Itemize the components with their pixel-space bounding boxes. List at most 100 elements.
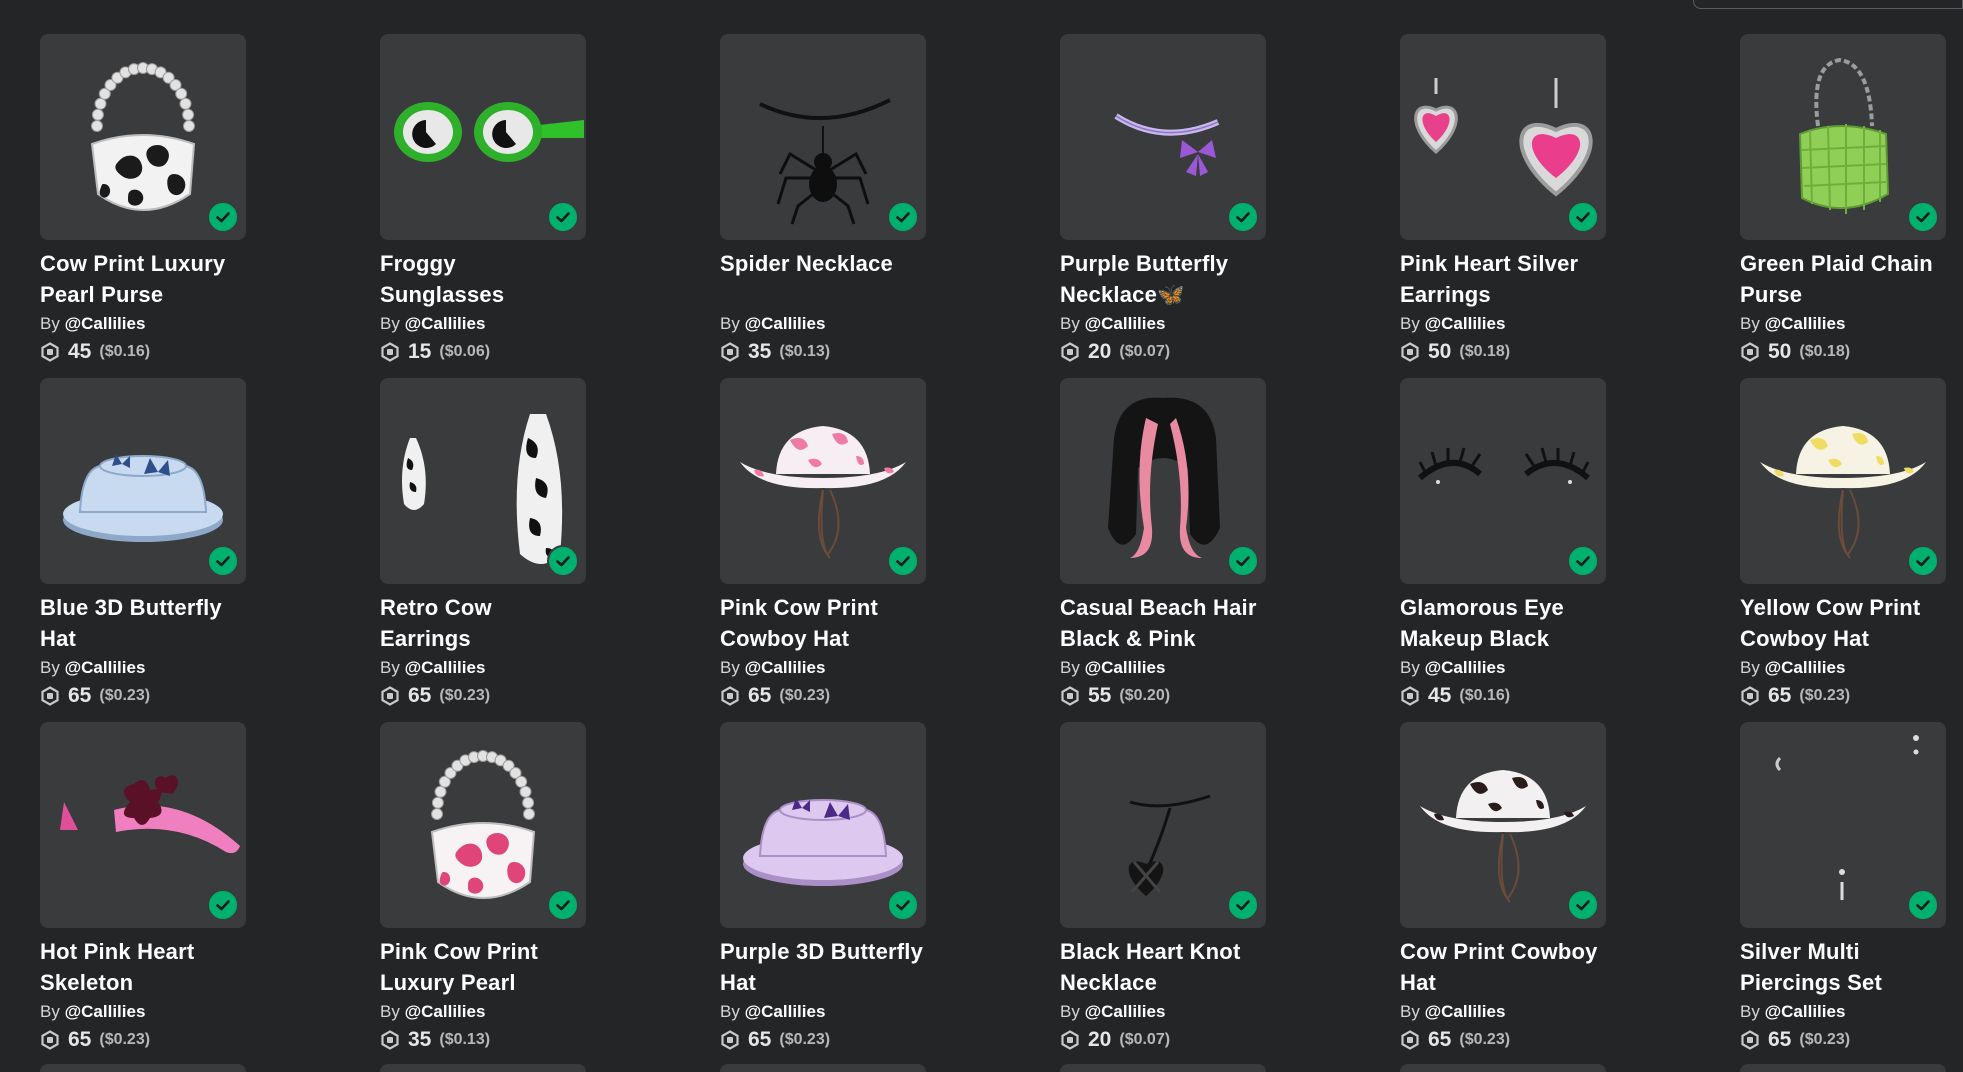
usd-amount: ($0.23) xyxy=(439,687,491,704)
item-name[interactable]: Spider Necklace xyxy=(720,248,926,310)
owned-check-icon xyxy=(1567,545,1599,577)
item-thumbnail[interactable] xyxy=(1400,34,1606,240)
item-card[interactable]: Casual Beach Hair Black & Pink By @Calli… xyxy=(1060,378,1266,722)
item-card[interactable]: Glamorous Eye Makeup Black By @Callilies… xyxy=(1400,378,1606,722)
item-thumbnail[interactable] xyxy=(720,378,926,584)
item-name[interactable]: Blue 3D Butterfly Hat xyxy=(40,592,246,654)
item-thumbnail[interactable] xyxy=(720,34,926,240)
owned-check-icon xyxy=(1227,545,1259,577)
item-card[interactable]: Green Plaid Chain Purse By @Callilies 50… xyxy=(1740,34,1946,378)
item-name[interactable]: Glamorous Eye Makeup Black xyxy=(1400,592,1606,654)
item-name[interactable]: Pink Cow Print Luxury Pearl xyxy=(380,936,586,998)
owned-check-icon xyxy=(887,889,919,921)
item-thumbnail[interactable] xyxy=(40,34,246,240)
item-card[interactable]: Black Heart Knot Necklace By @Callilies … xyxy=(1060,722,1266,1066)
creator-link[interactable]: @Callilies xyxy=(745,1002,826,1021)
by-label: By xyxy=(1740,1002,1760,1021)
item-thumbnail[interactable] xyxy=(380,378,586,584)
next-row-thumbnail[interactable] xyxy=(380,1064,586,1072)
item-thumbnail[interactable] xyxy=(1740,722,1946,928)
item-name[interactable]: Casual Beach Hair Black & Pink xyxy=(1060,592,1266,654)
item-thumbnail[interactable] xyxy=(1740,378,1946,584)
item-name[interactable]: Purple Butterfly Necklace🦋 xyxy=(1060,248,1266,310)
item-thumbnail[interactable] xyxy=(1740,34,1946,240)
creator-link[interactable]: @Callilies xyxy=(405,658,486,677)
usd-amount: ($0.18) xyxy=(1799,343,1851,360)
next-row-thumbnail[interactable] xyxy=(1060,1064,1266,1072)
item-name[interactable]: Yellow Cow Print Cowboy Hat xyxy=(1740,592,1946,654)
item-card[interactable]: Silver Multi Piercings Set By @Callilies… xyxy=(1740,722,1946,1066)
item-thumbnail[interactable] xyxy=(40,378,246,584)
creator-link[interactable]: @Callilies xyxy=(1085,658,1166,677)
item-card[interactable]: Pink Heart Silver Earrings By @Callilies… xyxy=(1400,34,1606,378)
item-card[interactable]: Retro Cow Earrings By @Callilies 65 ($0.… xyxy=(380,378,586,722)
creator-link[interactable]: @Callilies xyxy=(65,1002,146,1021)
item-name[interactable]: Purple 3D Butterfly Hat xyxy=(720,936,926,998)
creator-link[interactable]: @Callilies xyxy=(65,314,146,333)
usd-amount: ($0.23) xyxy=(779,687,831,704)
creator-link[interactable]: @Callilies xyxy=(1425,658,1506,677)
item-card[interactable]: Yellow Cow Print Cowboy Hat By @Callilie… xyxy=(1740,378,1946,722)
by-label: By xyxy=(1060,314,1080,333)
item-thumbnail[interactable] xyxy=(40,722,246,928)
creator-link[interactable]: @Callilies xyxy=(1765,314,1846,333)
creator-link[interactable]: @Callilies xyxy=(1425,314,1506,333)
item-name[interactable]: Silver Multi Piercings Set xyxy=(1740,936,1946,998)
item-name[interactable]: Black Heart Knot Necklace xyxy=(1060,936,1266,998)
item-card[interactable]: Purple 3D Butterfly Hat By @Callilies 65… xyxy=(720,722,926,1066)
robux-amount: 35 xyxy=(408,1028,432,1051)
robux-icon xyxy=(721,1030,739,1050)
item-name[interactable]: Pink Heart Silver Earrings xyxy=(1400,248,1606,310)
item-creator: By @Callilies xyxy=(1060,1000,1266,1024)
owned-check-icon xyxy=(1907,889,1939,921)
creator-link[interactable]: @Callilies xyxy=(405,314,486,333)
item-thumbnail[interactable] xyxy=(1400,378,1606,584)
item-card[interactable]: Cow Print Cowboy Hat By @Callilies 65 ($… xyxy=(1400,722,1606,1066)
item-card[interactable]: Pink Cow Print Luxury Pearl By @Callilie… xyxy=(380,722,586,1066)
item-name[interactable]: Green Plaid Chain Purse xyxy=(1740,248,1946,310)
creator-link[interactable]: @Callilies xyxy=(745,314,826,333)
usd-amount: ($0.18) xyxy=(1459,343,1511,360)
item-card[interactable]: Spider Necklace By @Callilies 35 ($0.13) xyxy=(720,34,926,378)
item-thumbnail[interactable] xyxy=(1060,34,1266,240)
usd-amount: ($0.23) xyxy=(1459,1031,1511,1048)
item-name[interactable]: Retro Cow Earrings xyxy=(380,592,586,654)
item-thumbnail[interactable] xyxy=(380,722,586,928)
creator-link[interactable]: @Callilies xyxy=(1085,1002,1166,1021)
item-thumbnail[interactable] xyxy=(380,34,586,240)
item-card[interactable]: Cow Print Luxury Pearl Purse By @Callili… xyxy=(40,34,246,378)
creator-link[interactable]: @Callilies xyxy=(1425,1002,1506,1021)
next-row-thumbnail[interactable] xyxy=(720,1064,926,1072)
creator-link[interactable]: @Callilies xyxy=(1765,1002,1846,1021)
item-creator: By @Callilies xyxy=(1400,656,1606,680)
item-creator: By @Callilies xyxy=(380,1000,586,1024)
creator-link[interactable]: @Callilies xyxy=(1765,658,1846,677)
item-card[interactable]: Blue 3D Butterfly Hat By @Callilies 65 (… xyxy=(40,378,246,722)
item-name[interactable]: Pink Cow Print Cowboy Hat xyxy=(720,592,926,654)
item-name[interactable]: Cow Print Luxury Pearl Purse xyxy=(40,248,246,310)
next-row-thumbnail[interactable] xyxy=(40,1064,246,1072)
creator-link[interactable]: @Callilies xyxy=(65,658,146,677)
item-card[interactable]: Purple Butterfly Necklace🦋 By @Callilies… xyxy=(1060,34,1266,378)
item-name[interactable]: Froggy Sunglasses xyxy=(380,248,586,310)
item-name[interactable]: Cow Print Cowboy Hat xyxy=(1400,936,1606,998)
next-row-thumbnail[interactable] xyxy=(1400,1064,1606,1072)
item-thumbnail[interactable] xyxy=(1400,722,1606,928)
creator-link[interactable]: @Callilies xyxy=(1085,314,1166,333)
item-card[interactable]: Hot Pink Heart Skeleton By @Callilies 65… xyxy=(40,722,246,1066)
owned-check-icon xyxy=(1567,889,1599,921)
item-thumbnail[interactable] xyxy=(1060,722,1266,928)
next-row-thumbnail[interactable] xyxy=(1740,1064,1946,1072)
item-name[interactable]: Hot Pink Heart Skeleton xyxy=(40,936,246,998)
item-card[interactable]: Froggy Sunglasses By @Callilies 15 ($0.0… xyxy=(380,34,586,378)
item-card[interactable]: Pink Cow Print Cowboy Hat By @Callilies … xyxy=(720,378,926,722)
robux-amount: 50 xyxy=(1768,340,1792,363)
robux-amount: 50 xyxy=(1428,340,1452,363)
item-thumbnail[interactable] xyxy=(720,722,926,928)
by-label: By xyxy=(1400,314,1420,333)
item-thumbnail[interactable] xyxy=(1060,378,1266,584)
catalog-grid: Cow Print Luxury Pearl Purse By @Callili… xyxy=(40,34,1946,1066)
creator-link[interactable]: @Callilies xyxy=(745,658,826,677)
item-creator: By @Callilies xyxy=(720,1000,926,1024)
creator-link[interactable]: @Callilies xyxy=(405,1002,486,1021)
